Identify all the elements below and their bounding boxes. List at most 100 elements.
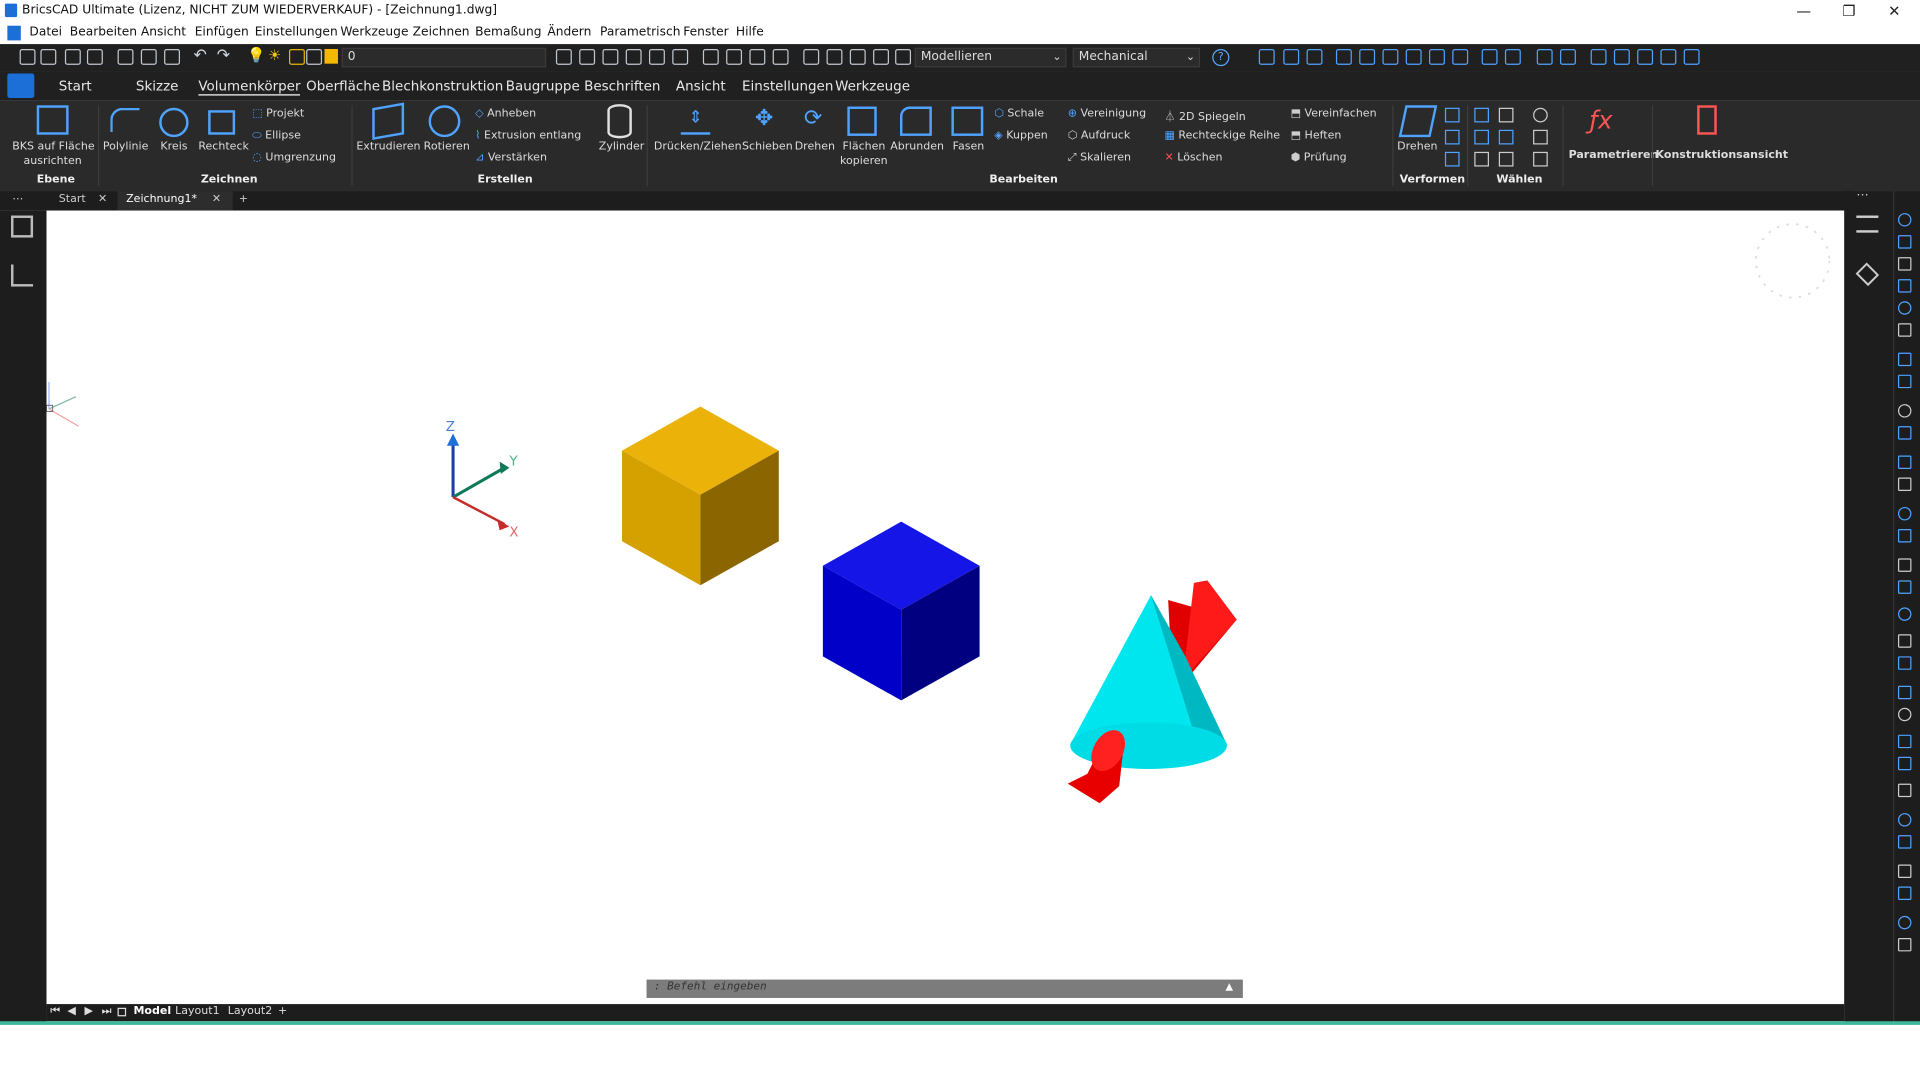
solid-icon-15[interactable] <box>1613 48 1630 65</box>
menu-bearbeiten[interactable]: Bearbeiten <box>70 26 137 39</box>
vertical-tool-icon-18[interactable] <box>1897 634 1912 648</box>
vertical-tool-icon-4[interactable] <box>1897 279 1912 293</box>
solid-icon-12[interactable] <box>1536 48 1553 65</box>
vertical-tool-icon-3[interactable] <box>1897 257 1912 271</box>
layer-color-swatch[interactable] <box>324 48 338 64</box>
tab-ansicht[interactable]: Ansicht <box>676 78 726 94</box>
solid-icon-9[interactable] <box>1452 48 1469 65</box>
select-icon-4[interactable] <box>1474 129 1489 145</box>
doc-tab-drawing[interactable]: Zeichnung1* <box>126 193 197 205</box>
solid-icon-2[interactable] <box>1283 48 1300 65</box>
schieben-button[interactable]: Schieben <box>742 141 793 153</box>
vertical-tool-icon-7[interactable] <box>1897 352 1912 367</box>
menu-einfuegen[interactable]: Einfügen <box>195 26 249 39</box>
pruefung-button[interactable]: ⬢ Prüfung <box>1291 152 1347 164</box>
drawing-viewport[interactable]: Z Y X <box>46 210 1845 1005</box>
redo-icon[interactable]: ↷ <box>217 47 230 65</box>
select-icon-8[interactable] <box>1498 151 1514 167</box>
layer-tool-icon-3[interactable] <box>602 48 619 65</box>
help-icon[interactable]: ? <box>1212 48 1230 67</box>
tab-baugruppe[interactable]: Baugruppe <box>506 78 580 94</box>
view-icon-4[interactable] <box>772 48 789 65</box>
undo-icon[interactable]: ↶ <box>193 47 206 65</box>
view-icon-2[interactable] <box>726 48 743 65</box>
menu-ansicht[interactable]: Ansicht <box>141 26 186 39</box>
vertical-tool-icon-12[interactable] <box>1897 477 1912 492</box>
structure-tree-icon[interactable] <box>11 264 34 287</box>
more-icon[interactable]: ⋯ <box>1856 189 1868 202</box>
vertical-tool-icon-1[interactable] <box>1897 213 1912 227</box>
layer-print-icon[interactable] <box>306 48 323 65</box>
zylinder-button[interactable]: Zylinder <box>599 141 644 153</box>
properties-panel-icon[interactable] <box>1856 215 1879 233</box>
plot-icon[interactable] <box>164 48 181 65</box>
vertical-tool-icon-20[interactable] <box>1897 685 1912 700</box>
prev-layout-icon[interactable]: ◀ <box>67 1005 75 1017</box>
vertical-tool-icon-17[interactable] <box>1897 607 1912 621</box>
layer-tool-icon-4[interactable] <box>625 48 642 65</box>
vertical-tool-icon-6[interactable] <box>1897 323 1912 337</box>
loeschen-button[interactable]: ✕ Löschen <box>1164 152 1222 164</box>
solid-icon-1[interactable] <box>1258 48 1275 65</box>
close-tab-icon[interactable]: ✕ <box>98 193 107 205</box>
layer-tool-icon-6[interactable] <box>672 48 689 65</box>
verstaerken-button[interactable]: ⊿ Verstärken <box>475 152 547 164</box>
kreis-button[interactable]: Kreis <box>160 141 187 153</box>
layer-tool-icon-1[interactable] <box>555 48 572 65</box>
style-dropdown[interactable]: Mechanical ⌄ <box>1072 47 1201 68</box>
next-layout-icon[interactable]: ▶ <box>84 1005 92 1017</box>
vertical-tool-icon-10[interactable] <box>1897 426 1912 440</box>
rotieren-button[interactable]: Rotieren <box>424 141 470 153</box>
print-preview-icon[interactable] <box>117 48 134 65</box>
solid-icon-3[interactable] <box>1306 48 1323 65</box>
parametrieren-button[interactable]: Parametrieren <box>1569 149 1659 161</box>
vertical-tool-icon-21[interactable] <box>1897 707 1912 722</box>
blue-cube[interactable] <box>822 521 980 701</box>
heften-button[interactable]: ⬒ Heften <box>1291 130 1342 142</box>
vereinfachen-button[interactable]: ⬒ Vereinfachen <box>1291 108 1377 120</box>
select-icon-5[interactable] <box>1498 129 1514 145</box>
add-layout-button[interactable]: + <box>278 1005 287 1017</box>
layout-grid-icon[interactable] <box>117 1007 127 1017</box>
tab-start[interactable]: Start <box>59 78 92 94</box>
druecken-ziehen-button[interactable]: Drücken/Ziehen <box>654 141 742 153</box>
cone-with-cylinder[interactable] <box>1067 580 1237 804</box>
print-icon[interactable] <box>140 48 157 65</box>
save-icon[interactable] <box>64 48 81 65</box>
layout-tab-layout1[interactable]: Layout1 <box>175 1005 219 1017</box>
vertical-tool-icon-14[interactable] <box>1897 528 1912 543</box>
abrunden-button[interactable]: Abrunden <box>890 141 944 153</box>
drehen-button[interactable]: Drehen <box>795 141 835 153</box>
tab-werkzeuge[interactable]: Werkzeuge <box>835 78 910 94</box>
vertical-tool-icon-2[interactable] <box>1897 235 1912 249</box>
view-icon-1[interactable] <box>702 48 719 65</box>
solid-icon-4[interactable] <box>1335 48 1352 65</box>
reihe-button[interactable]: ▦ Rechteckige Reihe <box>1164 130 1280 142</box>
extrudieren-button[interactable]: Extrudieren <box>356 141 420 153</box>
menu-zeichnen[interactable]: Zeichnen <box>413 26 470 39</box>
kuppen-button[interactable]: ◈ Kuppen <box>994 130 1047 142</box>
solid-icon-18[interactable] <box>1683 48 1700 65</box>
layer-tool-icon-2[interactable] <box>579 48 596 65</box>
skalieren-button[interactable]: ⤢ Skalieren <box>1068 152 1131 164</box>
menu-aendern[interactable]: Ändern <box>547 26 591 39</box>
extrusion-entlang-button[interactable]: ⌇ Extrusion entlang <box>475 130 581 142</box>
ellipse-button[interactable]: ⬭ Ellipse <box>252 130 301 142</box>
select-icon-3[interactable] <box>1533 107 1548 123</box>
first-layout-icon[interactable]: ⏮ <box>50 1005 60 1017</box>
fasen-button[interactable]: Fasen <box>953 141 985 153</box>
add-tab-button[interactable]: + <box>239 193 248 205</box>
spiegeln-button[interactable]: ⏃ 2D Spiegeln <box>1164 108 1245 123</box>
polylinie-button[interactable]: Polylinie <box>103 141 149 153</box>
vertical-tool-icon-9[interactable] <box>1897 404 1912 418</box>
layer-sun-icon[interactable]: ☀ <box>268 47 281 64</box>
layers-panel-icon[interactable] <box>1855 262 1880 287</box>
minimize-button[interactable]: — <box>1785 1 1822 21</box>
menu-datei[interactable]: Datei <box>29 26 62 39</box>
open-icon[interactable] <box>40 48 57 65</box>
solid-icon-8[interactable] <box>1428 48 1445 65</box>
select-icon-6[interactable] <box>1533 129 1548 145</box>
vertical-tool-icon-19[interactable] <box>1897 656 1912 670</box>
konstruktionsansicht-button[interactable]: Konstruktionsansicht <box>1656 149 1788 161</box>
close-tab-icon[interactable]: ✕ <box>212 193 221 205</box>
